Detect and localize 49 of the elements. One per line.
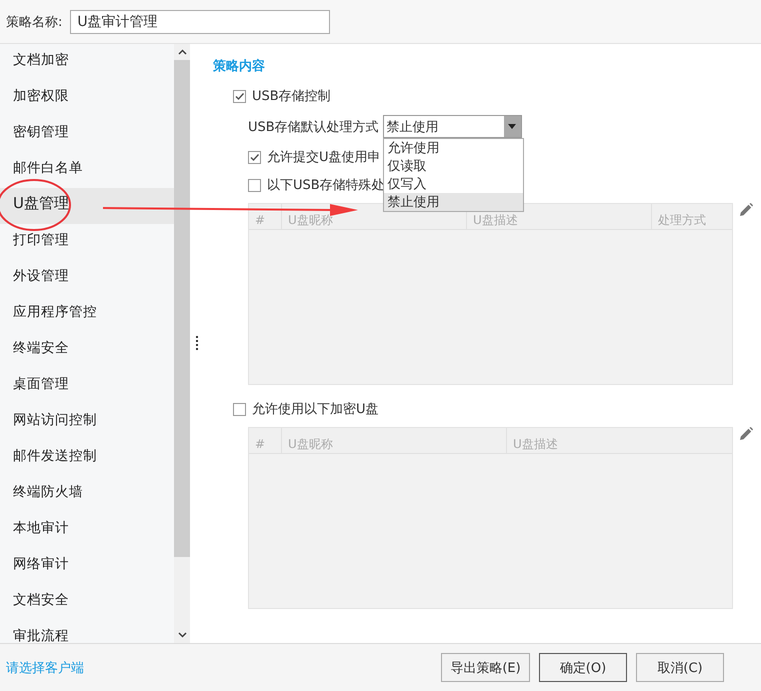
sidebar-item[interactable]: 密钥管理 bbox=[0, 116, 174, 152]
caret-icon[interactable] bbox=[508, 124, 516, 129]
dropdown-option[interactable]: 仅读取 bbox=[384, 157, 523, 175]
sidebar-item[interactable]: U盘管理 bbox=[0, 188, 174, 224]
sidebar-item[interactable]: 本地审计 bbox=[0, 512, 174, 548]
checkbox-label: USB存储控制 bbox=[252, 88, 331, 105]
column-header: 处理方式 bbox=[657, 212, 707, 229]
checkbox-label: 允许使用以下加密U盘 bbox=[252, 401, 379, 418]
checkbox[interactable] bbox=[248, 150, 261, 164]
sidebar-item[interactable]: 邮件发送控制 bbox=[0, 440, 174, 476]
field-label: 策略名称: bbox=[6, 14, 62, 30]
column-header: # bbox=[249, 204, 282, 229]
drag-handle-icon[interactable] bbox=[196, 336, 198, 350]
checkbox[interactable] bbox=[233, 402, 246, 416]
pencil-icon[interactable] bbox=[739, 427, 753, 441]
column-header: U盘描述 bbox=[512, 436, 559, 453]
sidebar-item[interactable]: 审批流程 bbox=[0, 620, 174, 643]
dialog-button[interactable]: 确定(O) bbox=[539, 653, 627, 682]
checkbox[interactable] bbox=[233, 90, 246, 102]
sidebar-item[interactable]: 打印管理 bbox=[0, 224, 174, 260]
sidebar-item[interactable]: 文档加密 bbox=[0, 44, 174, 80]
sidebar-item[interactable]: 文档安全 bbox=[0, 584, 174, 620]
sidebar-item[interactable]: 网络审计 bbox=[0, 548, 174, 584]
sidebar-item[interactable]: 加密权限 bbox=[0, 80, 174, 116]
sidebar-item[interactable]: 应用程序管控 bbox=[0, 296, 174, 332]
sidebar-item[interactable]: 网站访问控制 bbox=[0, 404, 174, 440]
column-header: U盘描述 bbox=[467, 204, 652, 229]
policy-name-field[interactable]: U盘审计管理 bbox=[70, 10, 330, 34]
sidebar-item[interactable]: 终端防火墙 bbox=[0, 476, 174, 512]
dropdown-option[interactable]: 仅写入 bbox=[384, 175, 523, 193]
column-header: # bbox=[249, 428, 282, 453]
dialog-button[interactable]: 取消(C) bbox=[636, 653, 724, 682]
sidebar-item[interactable]: 外设管理 bbox=[0, 260, 174, 296]
sidebar-item[interactable]: 终端安全 bbox=[0, 332, 174, 368]
dialog-button[interactable]: 导出策略(E) bbox=[441, 653, 530, 682]
scroll-down-icon[interactable] bbox=[178, 632, 186, 638]
checkbox-label: 以下USB存储特殊处 bbox=[267, 177, 385, 194]
dropdown-option[interactable]: 允许使用 bbox=[384, 139, 523, 157]
field-label: USB存储默认处理方式 bbox=[248, 118, 379, 136]
sidebar-item[interactable]: 邮件白名单 bbox=[0, 152, 174, 188]
checkbox[interactable] bbox=[248, 178, 261, 192]
dropdown-option[interactable]: 禁止使用 bbox=[384, 193, 523, 211]
scroll-up-icon[interactable] bbox=[178, 49, 186, 55]
pencil-icon[interactable] bbox=[739, 203, 753, 217]
checkbox-label: 允许提交U盘使用申 bbox=[267, 149, 381, 166]
section-title: 策略内容 bbox=[213, 58, 266, 75]
scrollbar[interactable] bbox=[174, 44, 190, 643]
sidebar-item[interactable]: 桌面管理 bbox=[0, 368, 174, 404]
column-header: U盘昵称 bbox=[282, 428, 507, 453]
